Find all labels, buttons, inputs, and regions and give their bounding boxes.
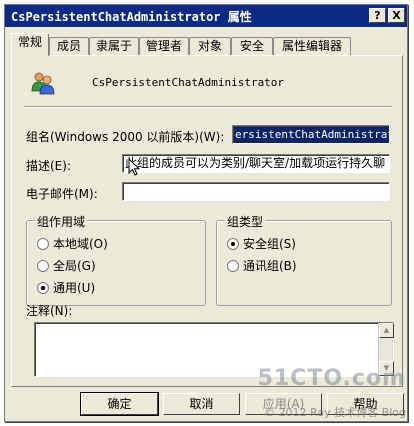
- description-label: 描述(E):: [26, 159, 71, 173]
- email-input[interactable]: [122, 182, 390, 201]
- title-bar[interactable]: CsPersistentChatAdministrator 属性 ? X: [5, 5, 407, 27]
- tab-members[interactable]: 成员: [49, 37, 89, 55]
- scope-domain-local-label: 本地域(O): [53, 237, 108, 251]
- scope-global-radio[interactable]: 全局(G): [37, 257, 96, 274]
- radio-indicator: [37, 260, 49, 272]
- tab-member-of[interactable]: 隶属于: [89, 37, 139, 55]
- radio-indicator: [37, 238, 49, 250]
- group-name-input[interactable]: ersistentChatAdministrator: [232, 125, 390, 144]
- watermark-credit: © 2012 Ray 技术博客 Blog: [264, 406, 406, 419]
- tab-managed-by[interactable]: 管理者: [139, 37, 189, 55]
- object-name: CsPersistentChatAdministrator: [92, 76, 285, 89]
- window-title: CsPersistentChatAdministrator 属性: [11, 10, 252, 24]
- radio-indicator-selected: [227, 238, 239, 250]
- tab-security[interactable]: 安全: [231, 37, 273, 55]
- scope-domain-local-radio[interactable]: 本地域(O): [37, 235, 108, 252]
- cancel-button[interactable]: 取消: [163, 393, 240, 415]
- scope-universal-label: 通用(U): [53, 281, 96, 295]
- tab-attribute-editor[interactable]: 属性编辑器: [273, 37, 351, 55]
- scope-universal-radio[interactable]: 通用(U): [37, 279, 95, 296]
- scope-global-label: 全局(G): [53, 259, 96, 273]
- radio-indicator: [227, 260, 239, 272]
- general-panel: CsPersistentChatAdministrator 组名(Windows…: [11, 55, 403, 387]
- email-label: 电子邮件(M):: [26, 187, 98, 201]
- notes-label: 注释(N):: [26, 304, 73, 318]
- help-title-button[interactable]: ?: [369, 8, 386, 23]
- group-type-title: 组类型: [225, 213, 266, 230]
- group-icon: [30, 70, 56, 96]
- group-type-box: 组类型 安全组(S) 通讯组(B): [216, 213, 392, 306]
- ok-button[interactable]: 确定: [80, 392, 159, 416]
- group-name-label: 组名(Windows 2000 以前版本)(W):: [26, 130, 225, 144]
- watermark-site: 51CTO.com: [257, 366, 406, 391]
- radio-indicator-selected: [37, 282, 49, 294]
- type-distribution-radio[interactable]: 通讯组(B): [227, 257, 297, 274]
- description-input[interactable]: 此组的成员可以为类别/聊天室/加载项运行持久聊: [122, 154, 390, 173]
- type-security-radio[interactable]: 安全组(S): [227, 235, 296, 252]
- properties-dialog: CsPersistentChatAdministrator 属性 ? X 常规 …: [4, 4, 408, 422]
- tab-general[interactable]: 常规: [11, 33, 49, 56]
- type-security-label: 安全组(S): [243, 237, 296, 251]
- type-distribution-label: 通讯组(B): [243, 259, 297, 273]
- tab-object[interactable]: 对象: [189, 37, 231, 55]
- group-scope-box: 组作用域 本地域(O) 全局(G) 通用(U): [26, 213, 206, 306]
- close-title-button[interactable]: X: [388, 8, 405, 23]
- scroll-up-arrow-icon[interactable]: ▲: [379, 323, 394, 338]
- mouse-cursor-icon: [128, 158, 141, 176]
- separator-1: [24, 106, 392, 108]
- group-scope-title: 组作用域: [35, 213, 88, 230]
